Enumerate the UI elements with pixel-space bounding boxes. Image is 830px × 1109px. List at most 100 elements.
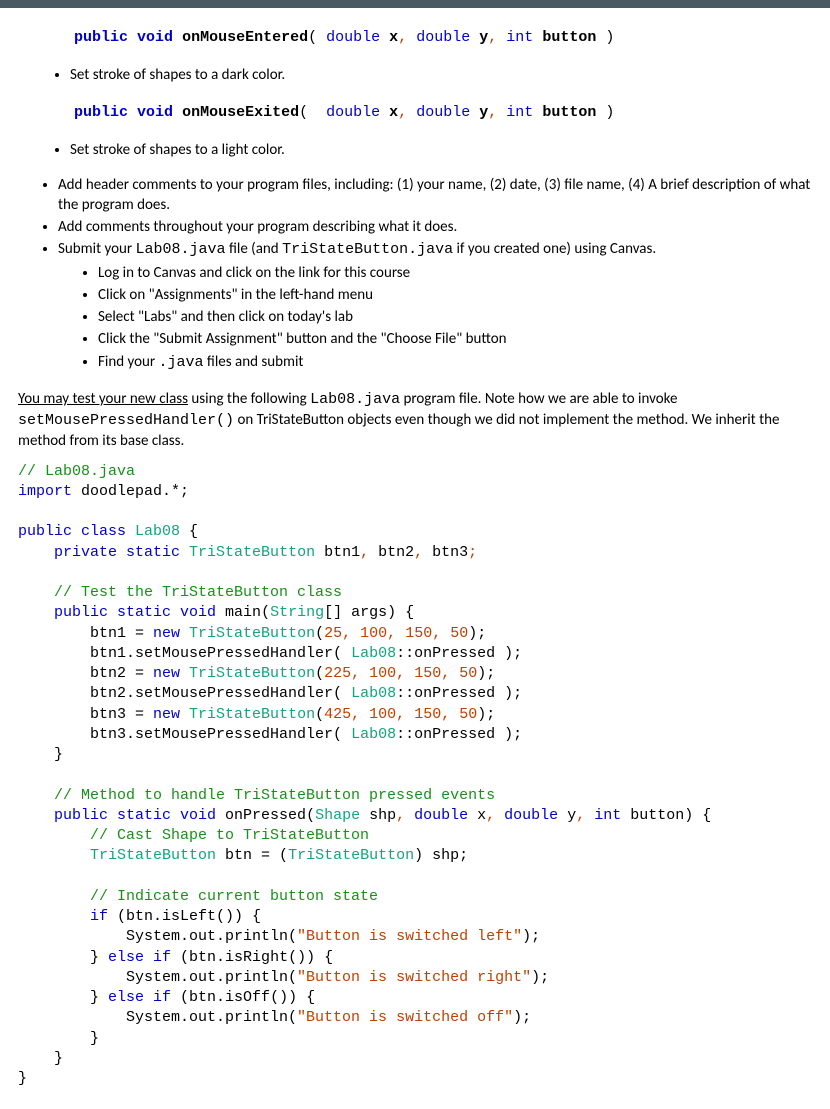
param: button bbox=[542, 104, 596, 121]
code-number: 100 bbox=[369, 706, 396, 723]
underlined-text: You may test your new class bbox=[18, 390, 188, 408]
code-keyword: public bbox=[18, 523, 72, 540]
code-text: ); bbox=[522, 928, 540, 945]
list-item: Add header comments to your program file… bbox=[58, 175, 820, 216]
code-text bbox=[360, 706, 369, 723]
code-punct: , bbox=[441, 665, 450, 682]
code-text: } bbox=[18, 1070, 27, 1087]
code-text: (btn.isRight()) { bbox=[171, 949, 333, 966]
code-text: ) shp; bbox=[414, 847, 468, 864]
type: double bbox=[326, 29, 380, 46]
code-text: ( bbox=[306, 807, 315, 824]
code-inline: TriStateButton.java bbox=[282, 241, 453, 258]
list-item: Set stroke of shapes to a dark color. bbox=[70, 65, 820, 85]
code-number: 150 bbox=[414, 665, 441, 682]
code-punct: , bbox=[387, 625, 396, 642]
code-number: 50 bbox=[459, 665, 477, 682]
code-text: System.out.println( bbox=[18, 1009, 297, 1026]
code-inline: .java bbox=[159, 354, 204, 371]
type: double bbox=[326, 104, 380, 121]
code-text: } bbox=[18, 989, 108, 1006]
param: button bbox=[542, 29, 596, 46]
code-number: 50 bbox=[450, 625, 468, 642]
code-text: btn2.setMousePressedHandler( bbox=[18, 685, 351, 702]
code-text: ( bbox=[261, 604, 270, 621]
code-text: System.out.println( bbox=[18, 928, 297, 945]
code-text: y bbox=[558, 807, 576, 824]
code-text: btn2 = bbox=[18, 665, 153, 682]
list-item: Add comments throughout your program des… bbox=[58, 217, 820, 237]
code-text: onPressed bbox=[216, 807, 306, 824]
code-inline: setMousePressedHandler() bbox=[18, 412, 234, 429]
code-text: (btn.isOff()) { bbox=[171, 989, 315, 1006]
code-text: (btn.isLeft()) { bbox=[108, 908, 261, 925]
code-number: 150 bbox=[414, 706, 441, 723]
code-punct: , bbox=[396, 807, 405, 824]
code-text: ::onPressed ); bbox=[396, 685, 522, 702]
code-text: } bbox=[18, 949, 108, 966]
code-text: ); bbox=[477, 665, 495, 682]
code-text: btn3 bbox=[423, 544, 468, 561]
code-keyword: if bbox=[144, 949, 171, 966]
keyword: void bbox=[137, 29, 173, 46]
code-keyword: void bbox=[171, 807, 216, 824]
paragraph: You may test your new class using the fo… bbox=[18, 389, 812, 452]
code-string: "Button is switched right" bbox=[297, 969, 531, 986]
code-text: } bbox=[18, 746, 63, 763]
code-text: btn = ( bbox=[216, 847, 288, 864]
code-text bbox=[405, 706, 414, 723]
list-item: Click the "Submit Assignment" button and… bbox=[98, 329, 820, 349]
list-item: Set stroke of shapes to a light color. bbox=[70, 140, 820, 160]
code-keyword: public bbox=[18, 807, 108, 824]
comma: , bbox=[398, 29, 407, 46]
code-keyword: if bbox=[18, 908, 108, 925]
code-class: TriStateButton bbox=[180, 544, 315, 561]
code-text: shp bbox=[360, 807, 396, 824]
code-punct: , bbox=[396, 706, 405, 723]
code-text: x bbox=[468, 807, 486, 824]
code-class: Shape bbox=[315, 807, 360, 824]
code-text: ( bbox=[315, 625, 324, 642]
code-keyword: new bbox=[153, 706, 180, 723]
code-keyword: double bbox=[495, 807, 558, 824]
code-inline: Lab08.java bbox=[310, 391, 400, 408]
code-class: Lab08 bbox=[351, 685, 396, 702]
code-keyword: import bbox=[18, 483, 72, 500]
param: x bbox=[389, 29, 398, 46]
code-punct: , bbox=[342, 625, 351, 642]
code-keyword: if bbox=[144, 989, 171, 1006]
comma: , bbox=[488, 29, 497, 46]
paren: ) bbox=[605, 29, 614, 46]
note-list: Set stroke of shapes to a light color. bbox=[10, 140, 820, 160]
code-text: ); bbox=[513, 1009, 531, 1026]
code-keyword: private bbox=[18, 544, 117, 561]
code-keyword: static bbox=[117, 544, 180, 561]
code-text: btn1.setMousePressedHandler( bbox=[18, 645, 351, 662]
code-text bbox=[450, 665, 459, 682]
code-text bbox=[441, 625, 450, 642]
paren: ) bbox=[605, 104, 614, 121]
code-class: Lab08 bbox=[351, 645, 396, 662]
code-text bbox=[405, 665, 414, 682]
note-list: Set stroke of shapes to a dark color. bbox=[10, 65, 820, 85]
code-string: "Button is switched off" bbox=[297, 1009, 513, 1026]
text: Submit your bbox=[58, 240, 136, 258]
code-text: btn3.setMousePressedHandler( bbox=[18, 726, 351, 743]
param: y bbox=[479, 29, 488, 46]
code-number: 150 bbox=[405, 625, 432, 642]
code-class: TriStateButton bbox=[288, 847, 414, 864]
code-keyword: static bbox=[108, 807, 171, 824]
comma: , bbox=[398, 104, 407, 121]
text: if you created one) using Canvas. bbox=[453, 240, 656, 258]
code-number: 50 bbox=[459, 706, 477, 723]
text: Find your bbox=[98, 353, 159, 371]
code-text: } bbox=[18, 1050, 63, 1067]
code-punct: , bbox=[351, 665, 360, 682]
param: x bbox=[389, 104, 398, 121]
code-text: doodlepad.*; bbox=[72, 483, 189, 500]
code-text: ( bbox=[315, 706, 324, 723]
code-keyword: else bbox=[108, 989, 144, 1006]
code-number: 100 bbox=[369, 665, 396, 682]
type: double bbox=[416, 104, 470, 121]
code-punct: , bbox=[432, 625, 441, 642]
